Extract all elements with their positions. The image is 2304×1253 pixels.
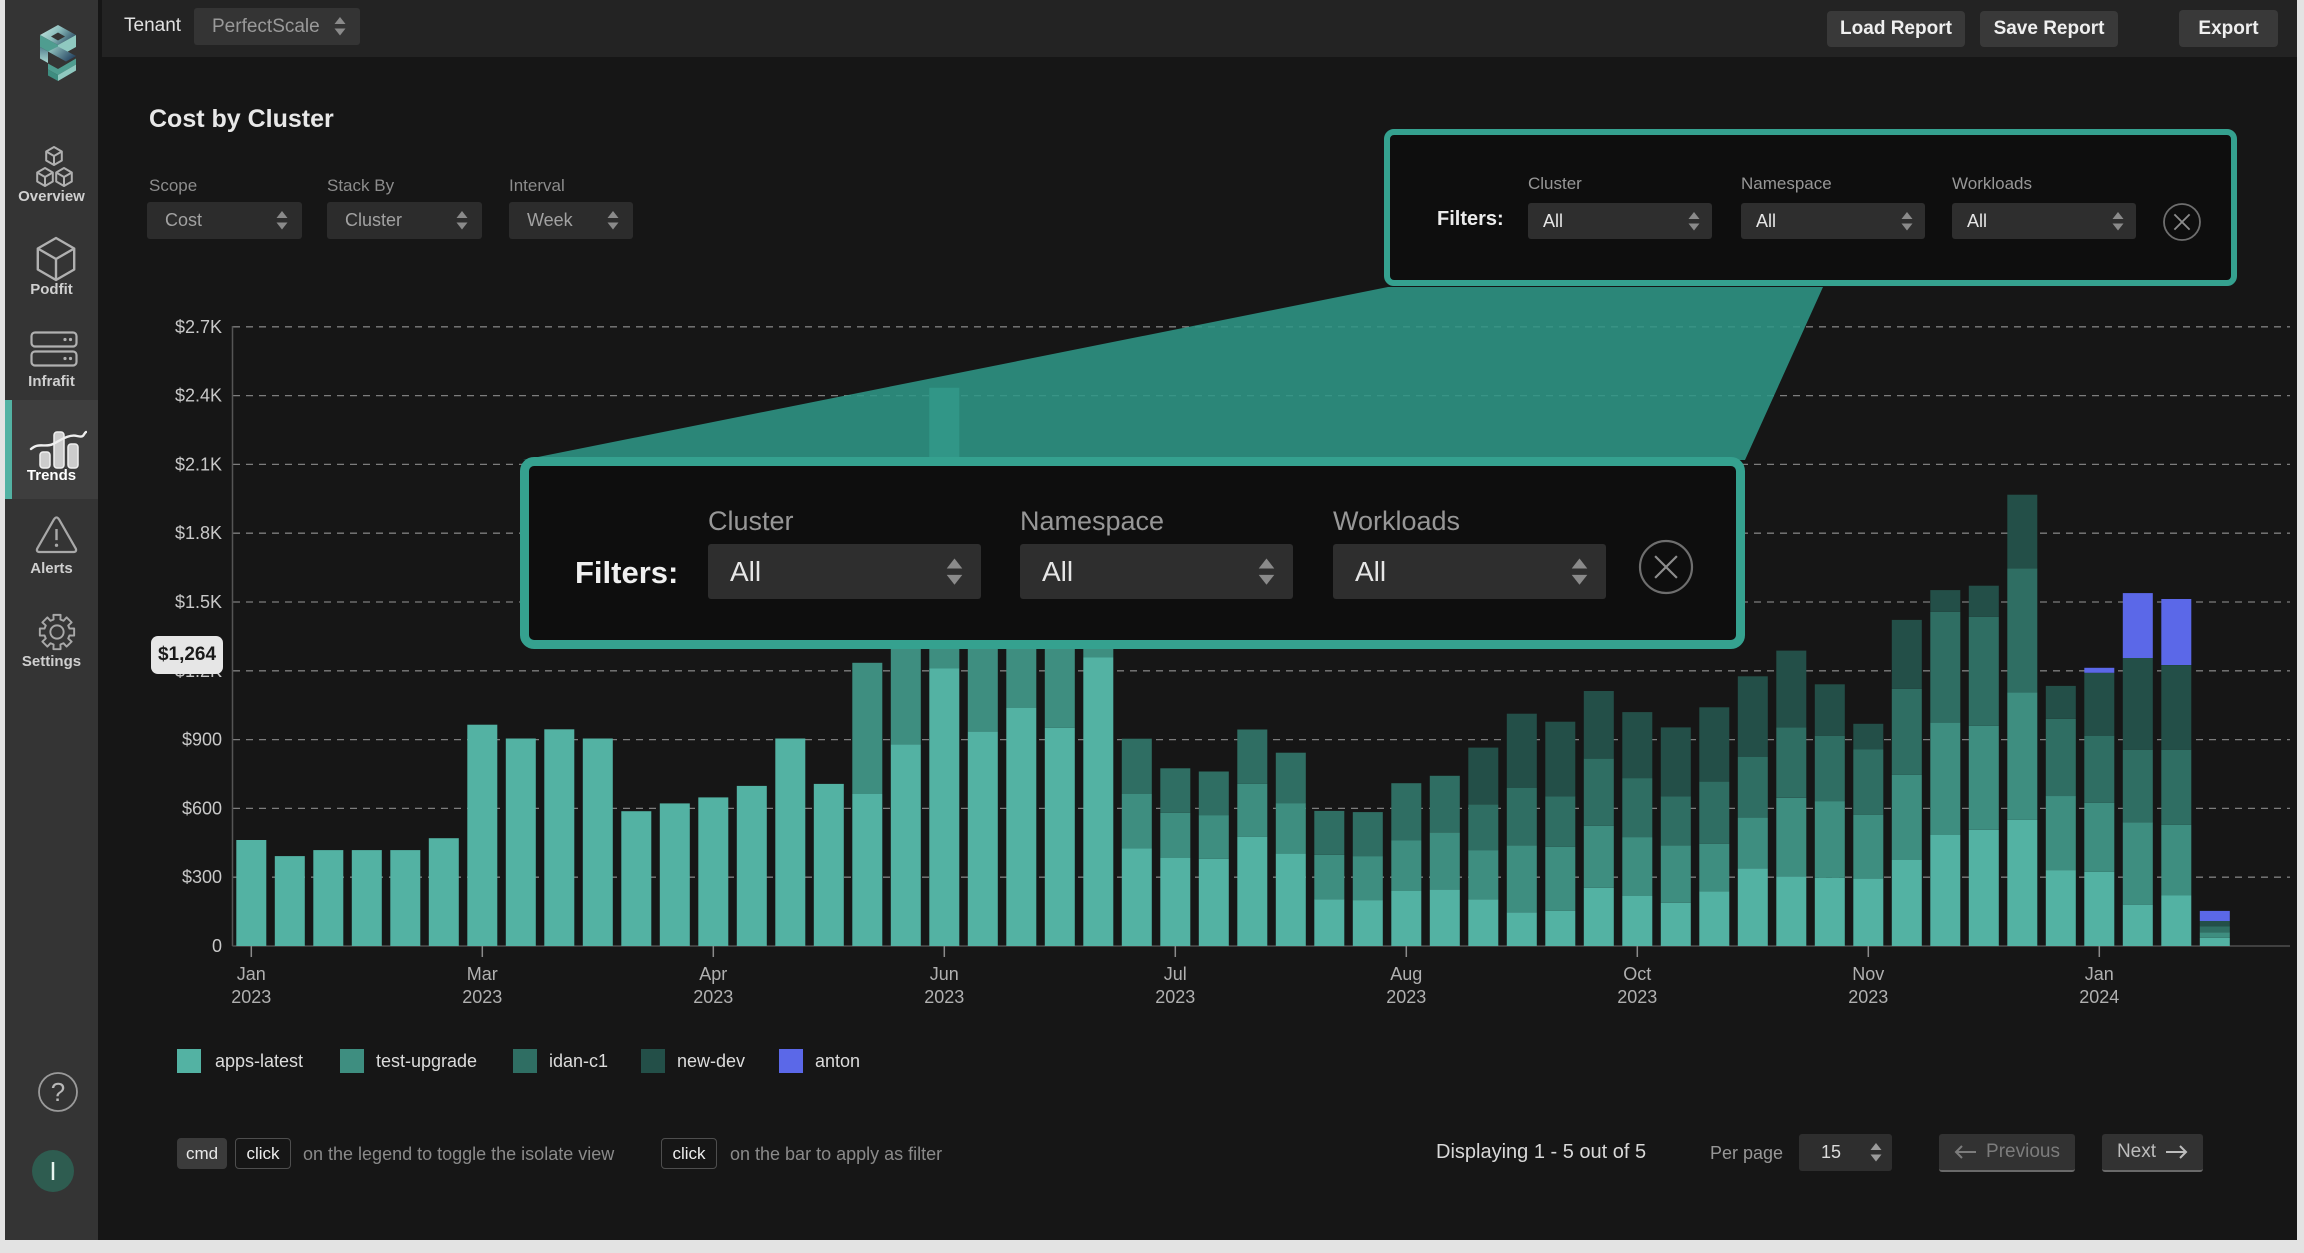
- svg-text:$1.8K: $1.8K: [175, 523, 222, 543]
- svg-text:Jul: Jul: [1164, 964, 1187, 984]
- svg-text:2023: 2023: [231, 987, 271, 1007]
- svg-text:Nov: Nov: [1852, 964, 1884, 984]
- svg-text:2023: 2023: [924, 987, 964, 1007]
- svg-text:2023: 2023: [1155, 987, 1195, 1007]
- svg-text:Aug: Aug: [1390, 964, 1422, 984]
- svg-text:$900: $900: [182, 730, 222, 750]
- svg-text:2023: 2023: [693, 987, 733, 1007]
- svg-text:$1.5K: $1.5K: [175, 592, 222, 612]
- svg-text:2023: 2023: [1848, 987, 1888, 1007]
- svg-text:Jun: Jun: [930, 964, 959, 984]
- svg-text:$300: $300: [182, 867, 222, 887]
- svg-text:2023: 2023: [1617, 987, 1657, 1007]
- svg-text:2023: 2023: [462, 987, 502, 1007]
- svg-text:$2.7K: $2.7K: [175, 317, 222, 337]
- svg-text:$600: $600: [182, 798, 222, 818]
- svg-text:2024: 2024: [2079, 987, 2119, 1007]
- svg-text:2023: 2023: [1386, 987, 1426, 1007]
- svg-text:Jan: Jan: [237, 964, 266, 984]
- svg-text:$2.1K: $2.1K: [175, 454, 222, 474]
- svg-text:Jan: Jan: [2085, 964, 2114, 984]
- svg-text:Mar: Mar: [467, 964, 498, 984]
- svg-text:Apr: Apr: [699, 964, 727, 984]
- svg-text:$2.4K: $2.4K: [175, 386, 222, 406]
- svg-text:Oct: Oct: [1623, 964, 1651, 984]
- svg-text:0: 0: [212, 936, 222, 956]
